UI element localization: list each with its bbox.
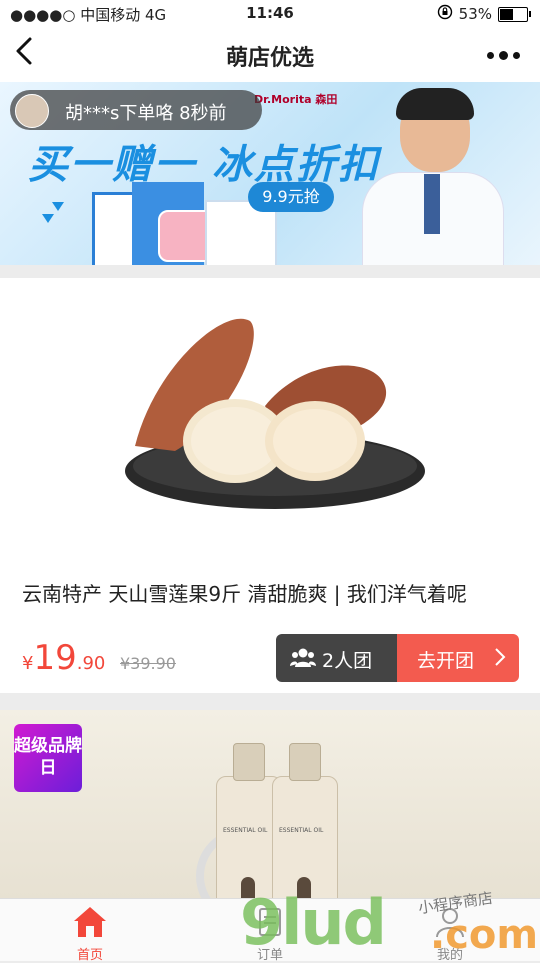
watermark-logo: 9lud [240,886,387,959]
status-bar: ●●●●○ 中国移动 4G 11:46 53% [0,0,540,28]
page-title: 萌店优选 [225,46,314,71]
triangle-icon [42,214,54,223]
product-image [125,318,425,509]
start-group-button[interactable]: 去开团 [397,634,519,682]
price-decimal: .90 [76,653,106,674]
start-group-label: 去开团 [417,650,475,672]
battery-icon [498,6,531,22]
original-price: ¥39.90 [120,654,176,673]
order-toast: 胡***s下单咯 8秒前 [10,90,262,130]
more-dot-icon [487,52,494,59]
spokesperson-hair [396,88,474,120]
super-brand-day-badge: 超级品牌日 [14,724,82,792]
avatar [15,94,49,128]
chevron-right-icon [495,648,506,666]
home-icon [74,907,106,937]
currency-symbol: ¥ [22,653,34,674]
navigation-bar: 萌店优选 [0,28,540,82]
tab-home[interactable]: 首页 [0,899,180,963]
toast-message: 胡***s下单咯 8秒前 [65,103,227,124]
banner-price-tag: 9.9元抢 [248,182,334,212]
tab-home-label: 首页 [76,948,103,963]
more-dot-icon [499,51,508,60]
product-title: 云南特产 天山雪莲果9斤 清甜脆爽 | 我们洋气着呢 [22,582,467,606]
group-people-icon [290,648,316,667]
tie-shape [424,174,440,234]
banner-brand: Dr.Morita 森田 [254,93,338,106]
price-integer: 19 [33,638,77,678]
more-dot-icon [513,52,520,59]
battery-percent: 53% [458,5,492,23]
product-card[interactable]: 云南特产 天山雪莲果9斤 清甜脆爽 | 我们洋气着呢 ¥19.90 ¥39.90… [0,278,540,693]
group-size-button[interactable]: 2人团 [276,634,398,682]
product-card-2[interactable]: 超级品牌日 ESSENTIAL OIL ESSENTIAL OIL [0,710,540,900]
shampoo-bottle-image: ESSENTIAL OIL [272,743,338,900]
watermark-domain: .com [430,912,539,958]
triangle-icon [52,202,64,211]
product-price: ¥19.90 [22,638,105,678]
more-menu-button[interactable] [487,51,520,60]
orientation-lock-icon [437,4,453,24]
group-size-label: 2人团 [322,650,373,672]
status-right: 53% [437,4,531,24]
